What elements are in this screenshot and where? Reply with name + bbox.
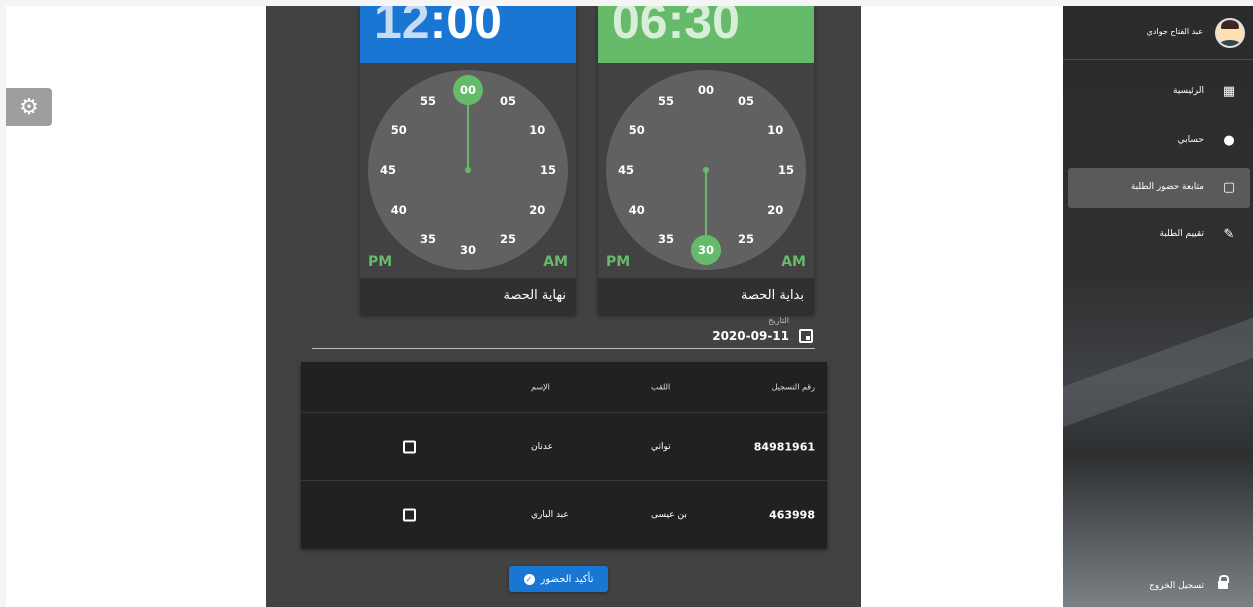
sidebar-item-label: متابعة حضور الطلبة [1130,182,1204,192]
start-time-hour[interactable]: 06 [612,6,668,49]
start-clock-center [703,167,709,173]
avatar[interactable] [1215,18,1245,48]
end-dial-number[interactable]: 20 [522,195,552,225]
start-time-header: 06:30 [598,6,814,63]
start-dial-number[interactable]: 15 [771,155,801,185]
end-time-hour[interactable]: 12 [374,6,430,49]
start-dial-number[interactable]: 40 [622,195,652,225]
header-first-name[interactable]: الإسم [531,383,550,392]
end-time-header: 12:00 [360,6,576,63]
start-time-label: بداية الحصة [741,288,804,303]
sidebar-item-account[interactable]: ● حسابي [1068,121,1250,161]
sidebar: عبد الفتاح جوادي ▦ الرئيسية ● حسابي ▢ مت… [1063,6,1253,607]
end-dial-number[interactable]: 00 [453,75,483,105]
start-clock-area: 00 05 10 15 20 25 30 35 40 45 50 55 PM AM [598,63,814,278]
pencil-icon: ✎ [1223,227,1235,242]
table-header-row: رقم التسجيل اللقب الإسم [301,362,827,413]
lock-icon [1218,575,1229,591]
start-dial-number[interactable]: 05 [731,86,761,116]
cell-last-name: بن عيسى [651,510,687,520]
end-dial-number[interactable]: 30 [453,235,483,265]
end-time-label: نهاية الحصة [503,288,567,303]
sidebar-background-mountain [1063,306,1253,506]
header-last-name[interactable]: اللقب [651,383,670,392]
check-circle-icon: ✓ [523,573,535,585]
start-dial-number[interactable]: 00 [691,75,721,105]
end-dial-number[interactable]: 15 [533,155,563,185]
end-dial-number[interactable]: 55 [413,86,443,116]
sidebar-item-label: الرئيسية [1173,86,1204,96]
start-dial-number[interactable]: 30 [691,235,721,265]
start-dial-number[interactable]: 55 [651,86,681,116]
end-clock-center [465,167,471,173]
confirm-attendance-label: تأكيد الحضور [540,573,594,585]
date-field[interactable]: التاريخ 2020-09-11 [312,316,815,349]
start-am-toggle[interactable]: AM [781,254,806,270]
person-icon: ● [1223,133,1235,148]
end-clock-dial[interactable]: 00 05 10 15 20 25 30 35 40 45 50 55 [368,70,568,270]
end-dial-number[interactable]: 10 [522,115,552,145]
logout-button[interactable]: تسجيل الخروج [1068,572,1250,602]
start-dial-number[interactable]: 50 [622,115,652,145]
sidebar-item-label: حسابي [1177,135,1204,145]
start-time-minute[interactable]: 30 [684,6,740,49]
gear-icon: ⚙ [19,94,39,120]
end-time-minute[interactable]: 00 [446,6,502,49]
end-pm-toggle[interactable]: PM [368,254,392,270]
start-dial-number[interactable]: 10 [760,115,790,145]
attendance-checkbox[interactable] [403,440,416,453]
start-time-picker: 06:30 00 05 10 15 20 25 30 35 40 45 50 55 PM AM بدا… [598,6,814,314]
calendar-icon[interactable] [799,329,813,343]
end-dial-number[interactable]: 35 [413,224,443,254]
header-registration[interactable]: رقم التسجيل [772,383,815,392]
cell-registration: 463998 [769,508,815,522]
app-page: ⚙ 12:00 00 05 10 15 20 25 30 35 40 45 50 55 PM AM ن… [0,0,1253,607]
user-name: عبد الفتاح جوادي [1146,27,1203,36]
table-row: 84981961 تواتي عدنان [301,413,827,481]
logout-label: تسجيل الخروج [1149,581,1204,591]
end-am-toggle[interactable]: AM [543,254,568,270]
sidebar-item-attendance[interactable]: ▢ متابعة حضور الطلبة [1068,168,1250,208]
cell-registration: 84981961 [753,440,815,453]
date-value[interactable]: 2020-09-11 [712,329,789,343]
start-dial-number[interactable]: 45 [611,155,641,185]
cell-first-name: عبد الباري [531,510,569,520]
students-table: رقم التسجيل اللقب الإسم 84981961 تواتي ع… [301,362,827,548]
attendance-panel: 12:00 00 05 10 15 20 25 30 35 40 45 50 55 PM AM نها… [266,6,861,607]
sidebar-user[interactable]: عبد الفتاح جوادي [1063,6,1253,60]
sidebar-item-label: تقييم الطلبة [1159,229,1205,239]
end-clock-area: 00 05 10 15 20 25 30 35 40 45 50 55 PM AM [360,63,576,278]
cell-last-name: تواتي [651,441,671,452]
end-dial-number[interactable]: 45 [373,155,403,185]
start-dial-number[interactable]: 35 [651,224,681,254]
end-dial-number[interactable]: 25 [493,224,523,254]
clipboard-icon: ▢ [1222,180,1236,195]
attendance-checkbox[interactable] [403,508,416,522]
end-dial-number[interactable]: 50 [384,115,414,145]
end-dial-number[interactable]: 40 [384,195,414,225]
start-dial-number[interactable]: 25 [731,224,761,254]
cell-first-name: عدنان [531,441,553,452]
table-row: 463998 بن عيسى عبد الباري [301,481,827,549]
right-margin [861,6,1063,607]
date-label: التاريخ [768,316,789,325]
sidebar-item-home[interactable]: ▦ الرئيسية [1068,72,1250,112]
sidebar-item-evaluation[interactable]: ✎ تقييم الطلبة [1068,215,1250,255]
end-dial-number[interactable]: 05 [493,86,523,116]
confirm-attendance-button[interactable]: تأكيد الحضور ✓ [509,566,608,592]
settings-button[interactable]: ⚙ [6,88,52,126]
start-pm-toggle[interactable]: PM [606,254,630,270]
dashboard-icon: ▦ [1222,84,1236,99]
start-clock-dial[interactable]: 00 05 10 15 20 25 30 35 40 45 50 55 [606,70,806,270]
start-dial-number[interactable]: 20 [760,195,790,225]
end-time-picker: 12:00 00 05 10 15 20 25 30 35 40 45 50 55 PM AM نها… [360,6,576,314]
